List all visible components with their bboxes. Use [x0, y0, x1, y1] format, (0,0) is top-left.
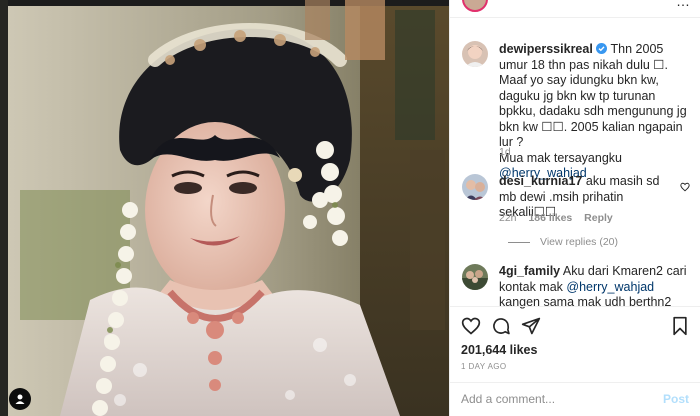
add-comment-input[interactable] — [461, 392, 651, 406]
caption-time-text: 1d — [499, 146, 511, 158]
bride-portrait-image — [0, 0, 449, 416]
like-comment-heart-icon[interactable] — [680, 182, 690, 192]
caption-username[interactable]: dewiperssikreal — [499, 42, 593, 56]
post-actions: 201,644 likes 1 DAY AGO Post — [450, 306, 700, 416]
more-options-icon[interactable]: … — [676, 0, 691, 9]
comment-bubble-icon[interactable] — [491, 316, 511, 336]
person-icon[interactable] — [9, 388, 31, 410]
posted-ago: 1 DAY AGO — [461, 362, 507, 371]
comment-username[interactable]: 4gi_family — [499, 264, 560, 278]
save-bookmark-icon[interactable] — [671, 316, 689, 336]
likes-count[interactable]: 201,644 likes — [461, 343, 537, 357]
comment-likes[interactable]: 186 likes — [528, 212, 572, 224]
reply-button[interactable]: Reply — [584, 212, 613, 224]
caption: dewiperssikreal Thn 2005 umur 18 thn pas… — [499, 42, 695, 182]
comment-time: 22h — [499, 212, 517, 224]
like-heart-icon[interactable] — [461, 316, 481, 336]
header-avatar[interactable] — [462, 0, 488, 12]
post-header: … — [450, 0, 700, 18]
caption-avatar[interactable] — [462, 41, 488, 67]
caption-time: 1d — [499, 146, 520, 158]
comment-meta: 22h 186 likes Reply — [499, 212, 622, 224]
add-comment-row: Post — [450, 382, 700, 416]
comment-text: 4gi_family Aku dari Kmaren2 cari kontak … — [499, 264, 689, 311]
caption-text: Thn 2005 umur 18 thn pas nikah dulu ☐. M… — [499, 42, 687, 149]
comment-avatar[interactable] — [462, 264, 488, 290]
verified-badge-icon — [596, 43, 608, 54]
view-replies-label: View replies (20) — [540, 236, 619, 248]
comment-avatar[interactable] — [462, 174, 488, 200]
view-replies-line — [508, 241, 530, 243]
comment-mention[interactable]: @herry_wahjad — [566, 280, 654, 294]
comments-panel: … dewiperssikreal Thn 2005 umur 18 thn p… — [449, 0, 700, 416]
comment-username[interactable]: desi_kurnia17 — [499, 174, 582, 188]
share-paper-plane-icon[interactable] — [521, 316, 541, 336]
post-photo[interactable] — [0, 0, 449, 416]
post-comment-button[interactable]: Post — [663, 392, 689, 406]
view-replies-button[interactable]: View replies (20) — [508, 236, 618, 248]
